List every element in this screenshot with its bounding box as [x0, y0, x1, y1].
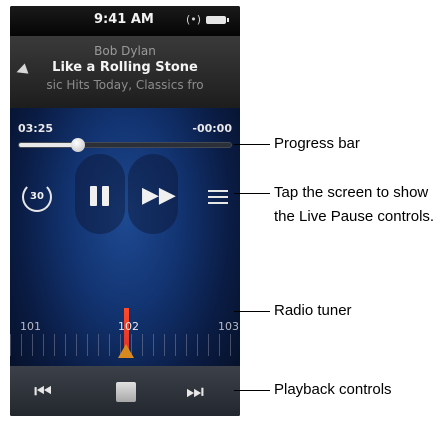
callout-line-tuner [234, 311, 270, 312]
callout-progress-bar: Progress bar [274, 135, 360, 152]
tuner-freq-left: 101 [20, 320, 41, 333]
progress-knob[interactable] [71, 138, 86, 152]
radio-signal-icon: (•) [186, 13, 202, 26]
status-bar: 9:41 AM (•) [10, 6, 240, 36]
callout-line-playback [234, 390, 270, 391]
tuner-freq-right: 103 [218, 320, 239, 333]
song-title: Like a Rolling Stone [52, 60, 198, 75]
elapsed-time: 03:25 [18, 122, 54, 135]
tuner-freq-current: 102 [118, 320, 139, 333]
menu-button[interactable] [208, 190, 228, 204]
callout-playback-controls: Playback controls [274, 381, 392, 398]
progress-bar[interactable] [18, 138, 232, 152]
now-playing-header: ◀ Bob Dylan Like a Rolling Stone sic Hit… [10, 36, 240, 108]
skip-back-30-button[interactable]: 30 [22, 182, 52, 212]
status-time: 9:41 AM [94, 12, 154, 27]
next-track-icon[interactable]: ⏭ [186, 380, 204, 402]
stop-icon[interactable] [116, 382, 136, 402]
radio-tuner[interactable]: 101 103 102 [10, 302, 240, 368]
menu-icon [208, 190, 228, 192]
playback-controls: ⏮ ⏭ [10, 366, 240, 416]
callout-live-pause-line2: the Live Pause controls. [274, 208, 435, 225]
progress-fill [19, 143, 79, 147]
artist-name: Bob Dylan [94, 44, 156, 58]
pause-button[interactable] [88, 184, 112, 208]
remaining-time: -00:00 [192, 122, 232, 135]
fast-forward-button[interactable]: ▶▶ [142, 184, 176, 208]
skip-back-30-label: 30 [30, 191, 44, 202]
ipod-screen: 9:41 AM (•) ◀ Bob Dylan Like a Rolling S… [10, 6, 240, 416]
live-pause-controls[interactable]: 03:25 -00:00 30 ▶▶ 101 103 102 ⏮ ⏭ [10, 108, 240, 416]
pause-icon [90, 186, 97, 206]
callout-line-live-pause [234, 193, 270, 194]
battery-icon [206, 16, 229, 24]
callout-radio-tuner: Radio tuner [274, 302, 352, 319]
tuner-needle-base [118, 344, 134, 358]
previous-track-icon[interactable]: ⏮ [34, 380, 52, 402]
callout-line-progress [234, 144, 270, 145]
station-name: sic Hits Today, Classics fro [46, 78, 204, 92]
callout-live-pause-line1: Tap the screen to show [274, 184, 429, 201]
fast-forward-icon: ▶▶ [142, 183, 176, 208]
